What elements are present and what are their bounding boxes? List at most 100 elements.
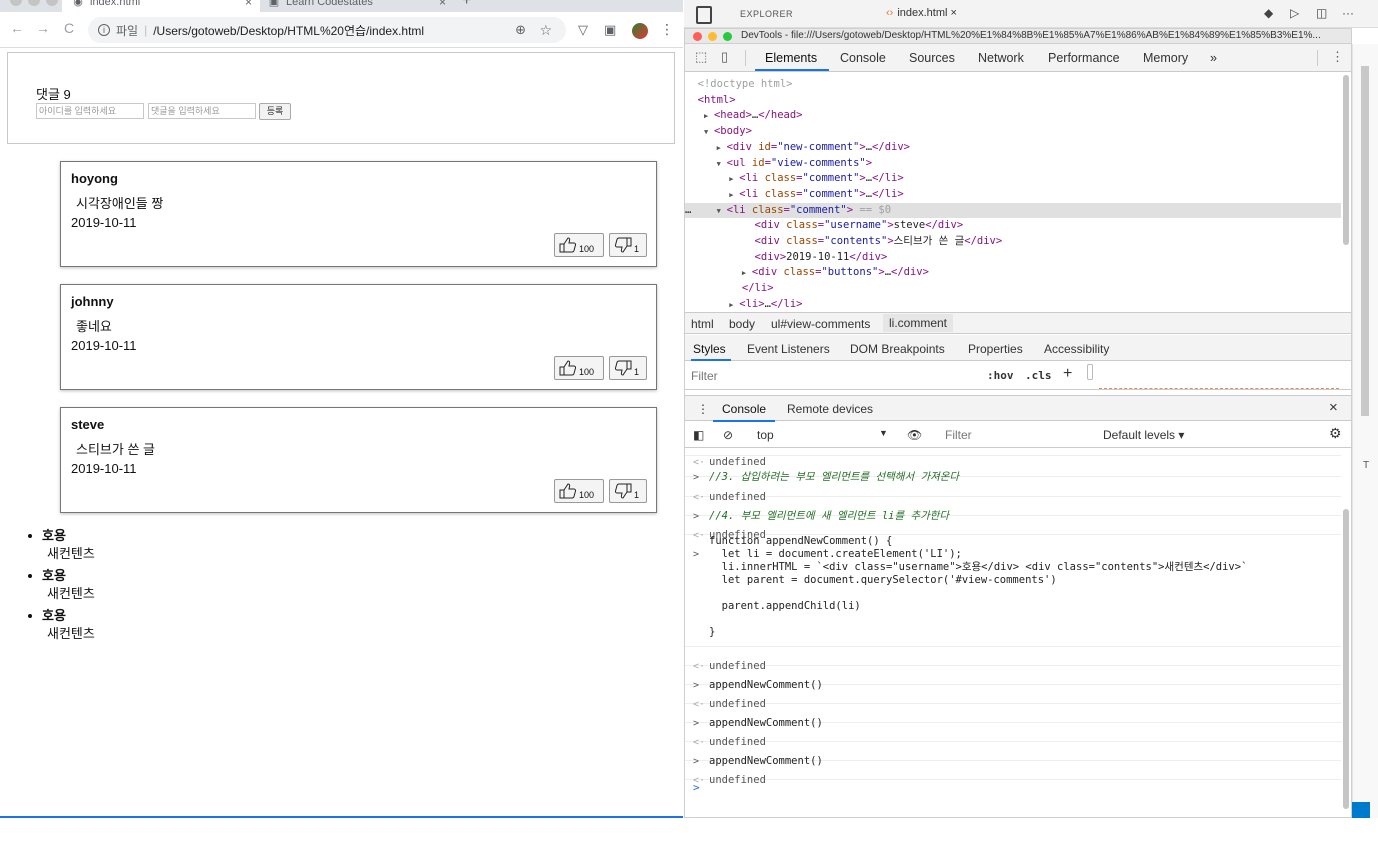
window-minimize-button[interactable] <box>28 0 40 6</box>
browser-menu-icon[interactable]: ⋮ <box>660 21 674 38</box>
tree-node[interactable]: <!doctype html> <box>685 77 1341 93</box>
sidebar-toggle-icon[interactable] <box>1087 364 1093 380</box>
tab-strip: ◉ index.html × ▣ Learn Codestates × + <box>0 0 683 12</box>
console-prompt-caret[interactable]: > <box>693 781 700 794</box>
tree-node[interactable]: ▶ <li class="comment">…</li> <box>685 187 1341 203</box>
tree-node[interactable]: ▼ <body> <box>685 124 1341 140</box>
live-expression-eye-icon[interactable]: 👁 <box>907 428 922 442</box>
tree-node[interactable]: <html> <box>685 93 1341 109</box>
log-levels-select[interactable]: Default levels ▾ <box>1103 428 1184 442</box>
breadcrumb-html[interactable]: html <box>691 317 714 331</box>
dislike-button[interactable]: 1 <box>609 479 647 503</box>
editor-tab-close-icon[interactable]: × <box>951 7 957 19</box>
dislike-button[interactable]: 1 <box>609 356 647 380</box>
console-input: >//4. 부모 엘리먼트에 새 엘리먼트 li를 추가한다 <box>685 497 1341 522</box>
like-button[interactable]: 100 <box>554 356 604 380</box>
devtools-close-button[interactable] <box>693 32 702 41</box>
tree-node[interactable]: ▶ <head>…</head> <box>685 108 1341 124</box>
new-tab-button[interactable]: + <box>462 0 471 10</box>
tab-console[interactable]: Console <box>840 51 886 65</box>
tab-close-icon[interactable]: × <box>439 0 446 9</box>
console-filter-input[interactable]: Filter <box>941 427 1091 444</box>
console-scrollbar[interactable] <box>1343 509 1349 809</box>
split-editor-icon[interactable]: ◫ <box>1316 6 1327 20</box>
breadcrumb-li[interactable]: li.comment <box>883 314 954 332</box>
tree-node-selected[interactable]: … ▼ <li class="comment"> == $0 <box>685 202 1341 219</box>
tab-sources[interactable]: Sources <box>909 51 955 65</box>
profile-avatar[interactable] <box>632 23 648 39</box>
zoom-icon[interactable]: ⊕ <box>515 22 526 38</box>
console-input: > appendNewComment() <box>685 666 1341 691</box>
devtools-minimize-button[interactable] <box>708 32 717 41</box>
drawer-menu-icon[interactable]: ⋮ <box>697 402 709 416</box>
tree-node[interactable]: ▼ <ul id="view-comments"> <box>685 156 1341 172</box>
submit-button[interactable]: 등록 <box>259 103 291 120</box>
explorer-icon[interactable] <box>696 6 712 24</box>
console-result: <· undefined <box>685 761 1341 786</box>
like-button[interactable]: 100 <box>554 479 604 503</box>
tab-close-icon[interactable]: × <box>245 0 252 9</box>
forward-button[interactable]: → <box>34 20 52 36</box>
scrollbar-thumb[interactable] <box>1361 66 1369 416</box>
drawer-close-icon[interactable]: × <box>1329 399 1338 416</box>
devtools-menu-icon[interactable]: ⋮ <box>1331 49 1344 65</box>
source-control-icon[interactable]: ◆ <box>1264 6 1273 20</box>
editor-tab-title: index.html <box>897 7 948 19</box>
comment-input[interactable]: 댓글을 입력하세요 <box>148 103 256 119</box>
tree-node[interactable]: ▶ <li>…</li> <box>685 297 1341 311</box>
tree-node[interactable]: </li> <box>685 281 1341 297</box>
editor-tab-index-html[interactable]: ‹› index.html × <box>886 7 957 19</box>
reload-button[interactable]: C <box>60 20 78 36</box>
tab-styles[interactable]: Styles <box>693 342 726 356</box>
tab-accessibility[interactable]: Accessibility <box>1044 342 1109 356</box>
back-button[interactable]: ← <box>8 20 26 36</box>
more-actions-icon[interactable]: ··· <box>1342 6 1354 20</box>
tree-node[interactable]: <div class="contents">스티브가 쓴 글</div> <box>685 234 1341 250</box>
id-input[interactable]: 아이디를 입력하세요 <box>36 103 144 119</box>
inspect-element-icon[interactable]: ⬚ <box>695 49 707 65</box>
thumbs-up-icon <box>559 360 577 376</box>
tab-index-html[interactable]: ◉ index.html × <box>62 0 260 12</box>
clear-console-icon[interactable]: ⊘ <box>723 428 733 442</box>
hov-toggle[interactable]: :hov <box>987 369 1014 382</box>
list-item: 호용 새컨텐츠 <box>26 568 95 603</box>
elements-scrollbar[interactable] <box>1343 75 1349 245</box>
extension-icon[interactable]: ▣ <box>604 22 616 38</box>
tab-properties[interactable]: Properties <box>968 342 1023 356</box>
devtools-zoom-button[interactable] <box>723 32 732 41</box>
new-style-rule-icon[interactable]: + <box>1063 365 1072 383</box>
more-tabs-icon[interactable]: » <box>1210 51 1217 65</box>
tree-node[interactable]: <div>2019-10-11</div> <box>685 250 1341 266</box>
tab-learn-codestates[interactable]: ▣ Learn Codestates × <box>258 0 454 12</box>
tab-dom-breakpoints[interactable]: DOM Breakpoints <box>850 342 945 356</box>
styles-filter-input[interactable]: Filter <box>691 369 718 383</box>
dislike-count: 1 <box>634 244 640 254</box>
drawer-tab-remote-devices[interactable]: Remote devices <box>787 402 873 416</box>
context-select[interactable]: top ▼ <box>751 426 897 444</box>
window-zoom-button[interactable] <box>46 0 58 6</box>
tab-memory[interactable]: Memory <box>1143 51 1188 65</box>
run-icon[interactable]: ▷ <box>1290 6 1299 20</box>
breadcrumb-body[interactable]: body <box>729 317 755 331</box>
window-close-button[interactable] <box>10 0 22 6</box>
tree-node[interactable]: ▶ <div id="new-comment">…</div> <box>685 140 1341 156</box>
tree-node[interactable]: <div class="username">steve</div> <box>685 218 1341 234</box>
cls-toggle[interactable]: .cls <box>1025 369 1052 382</box>
address-bar[interactable]: i 파일 | /Users/gotoweb/Desktop/HTML%20연습/… <box>88 17 566 43</box>
console-sidebar-icon[interactable]: ◧ <box>693 428 704 442</box>
tree-node[interactable]: ▶ <li class="comment">…</li> <box>685 171 1341 187</box>
dislike-button[interactable]: 1 <box>609 233 647 257</box>
pocket-icon[interactable]: ▽ <box>578 22 588 38</box>
console-settings-gear-icon[interactable]: ⚙ <box>1329 425 1342 442</box>
info-icon[interactable]: i <box>98 24 110 36</box>
tree-node[interactable]: ▶ <div class="buttons">…</div> <box>685 265 1341 281</box>
like-button[interactable]: 100 <box>554 233 604 257</box>
tab-network[interactable]: Network <box>978 51 1024 65</box>
tab-elements[interactable]: Elements <box>765 51 817 65</box>
drawer-tab-console[interactable]: Console <box>722 402 766 416</box>
bookmark-star-icon[interactable]: ☆ <box>539 22 552 39</box>
device-toolbar-icon[interactable]: ▯ <box>721 49 728 65</box>
tab-performance[interactable]: Performance <box>1048 51 1120 65</box>
tab-event-listeners[interactable]: Event Listeners <box>747 342 830 356</box>
breadcrumb-ul[interactable]: ul#view-comments <box>771 317 870 331</box>
